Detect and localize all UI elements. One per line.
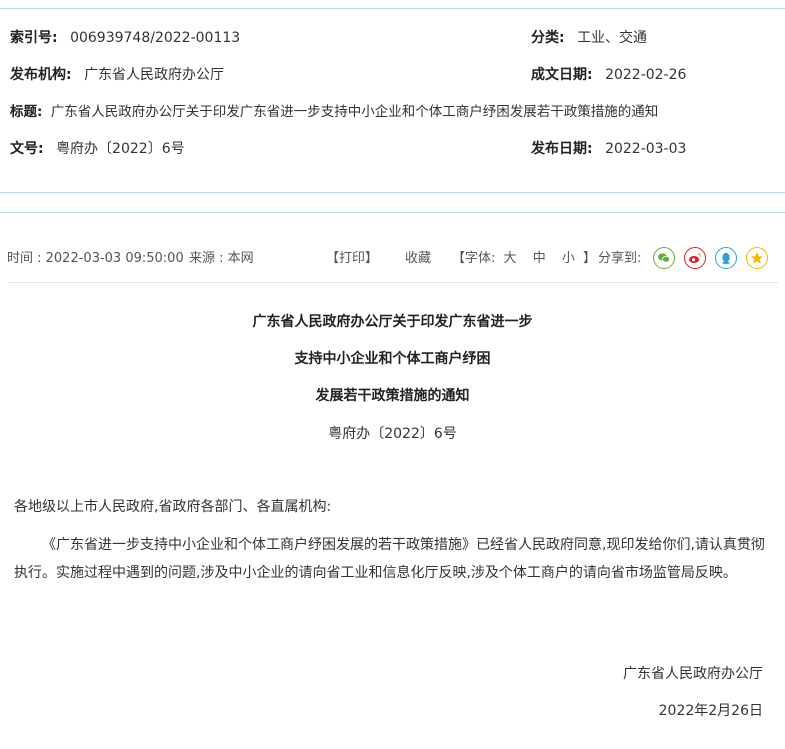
print-button[interactable]: 【打印】 [326,250,378,268]
qq-icon[interactable] [715,247,737,269]
salutation: 各地级以上市人民政府,省政府各部门、各直属机构: [14,499,332,515]
article-doc-number: 粤府办〔2022〕6号 [328,426,457,442]
created-date-value: 2022-02-26 [605,67,687,83]
article-title-line-1: 广东省人民政府办公厅关于印发广东省进一步 [252,314,533,330]
category-row: 分类: 工业、交通 [531,28,647,48]
category-value: 工业、交通 [577,30,648,46]
published-date-row: 发布日期: 2022-03-03 [531,139,686,159]
created-date-row: 成文日期: 2022-02-26 [531,65,686,85]
font-medium-button[interactable]: 中 [533,251,546,266]
qzone-icon[interactable] [746,247,768,269]
created-date-label: 成文日期: [531,67,593,83]
signature-date: 2022年2月26日 [658,703,763,719]
weibo-icon[interactable] [684,247,706,269]
index-number-row: 索引号: 006939748/2022-00113 [10,28,240,48]
publisher-row: 发布机构: 广东省人民政府办公厅 [10,65,224,85]
published-date-label: 发布日期: [531,141,593,157]
font-small-button[interactable]: 小 [562,251,575,266]
publisher-value: 广东省人民政府办公厅 [84,67,225,83]
category-label: 分类: [531,30,565,46]
doc-number-row: 文号: 粤府办〔2022〕6号 [10,139,185,159]
publish-time: 时间 : 2022-03-03 09:50:00 [7,251,184,266]
title-row: 标题: 广东省人民政府办公厅关于印发广东省进一步支持中小企业和个体工商户纾困发展… [10,102,658,122]
publisher-label: 发布机构: [10,67,72,83]
wechat-icon[interactable] [653,247,675,269]
index-number-value: 006939748/2022-00113 [70,30,241,46]
title-value: 广东省人民政府办公厅关于印发广东省进一步支持中小企业和个体工商户纾困发展若干政策… [50,104,659,120]
font-size-control: 【字体: 大 中 小 】 [452,250,596,268]
font-large-button[interactable]: 大 [504,251,517,266]
share-label: 分享到: [598,251,642,266]
signature: 广东省人民政府办公厅 [623,666,763,682]
source: 来源 : 本网 [189,251,254,266]
published-date-value: 2022-03-03 [605,141,687,157]
article-title-line-3: 发展若干政策措施的通知 [315,388,470,404]
body-paragraph: 《广东省进一步支持中小企业和个体工商户纾困发展的若干政策措施》已经省人民政府同意… [14,537,765,581]
font-size-prefix: 【字体: [452,251,496,266]
title-label: 标题: [10,104,43,120]
doc-number-label: 文号: [10,141,44,157]
favorite-button[interactable]: 收藏 [405,250,431,268]
content-divider [8,282,777,283]
metadata-panel: 索引号: 006939748/2022-00113 分类: 工业、交通 发布机构… [0,8,785,193]
article-title-line-2: 支持中小企业和个体工商户纾困 [294,351,491,367]
article-info-bar: 时间 : 2022-03-03 09:50:00 来源 : 本网 【打印】 收藏… [0,212,785,282]
font-size-suffix: 】 [583,251,597,266]
doc-number-value: 粤府办〔2022〕6号 [56,141,185,157]
index-number-label: 索引号: [10,30,58,46]
